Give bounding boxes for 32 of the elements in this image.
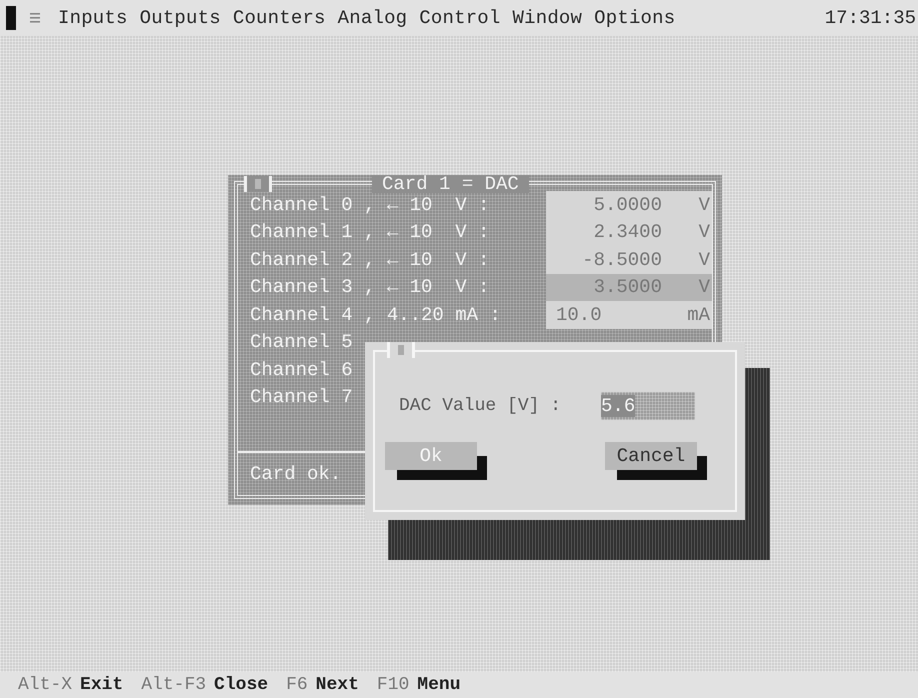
channel-label: Channel 6: [250, 358, 353, 381]
shortcut-label[interactable]: Menu: [417, 675, 461, 695]
shortcut-key[interactable]: F6: [286, 675, 308, 695]
channel-label: Channel 0 , ← 10 V :: [250, 194, 490, 216]
window-title: Card 1 = DAC: [372, 175, 529, 193]
field-label: DAC Value [V] :: [399, 396, 562, 416]
menu-item[interactable]: Counters: [232, 7, 326, 29]
shortcut-label[interactable]: Close: [214, 675, 268, 695]
shortcut-key[interactable]: Alt-X: [18, 675, 72, 695]
menu-item[interactable]: Window: [512, 7, 582, 29]
channel-label: Channel 5: [250, 331, 353, 354]
channel-label: Channel 1 , ← 10 V :: [250, 221, 490, 244]
menu-item[interactable]: Outputs: [140, 7, 221, 29]
menu-item[interactable]: Options: [594, 7, 676, 29]
clock: 17:31:35: [824, 7, 916, 29]
channel-label: Channel 7: [250, 386, 353, 408]
shortcut-key[interactable]: Alt-F3: [141, 675, 206, 695]
shortcut-key[interactable]: F10: [376, 675, 410, 695]
dialog-button[interactable]: Cancel: [605, 442, 697, 470]
close-icon[interactable]: [244, 176, 272, 192]
menu-item[interactable]: Analog: [338, 7, 408, 29]
menu-icon[interactable]: [30, 11, 40, 25]
status-text: Card ok.: [250, 463, 342, 485]
cursor-icon: [6, 6, 16, 30]
menu-item[interactable]: Inputs: [58, 7, 128, 29]
shortcut-label[interactable]: Next: [316, 675, 359, 695]
close-icon[interactable]: [387, 342, 415, 358]
menu-item[interactable]: Control: [419, 7, 501, 29]
channel-label: Channel 3 , ← 10 V :: [250, 276, 490, 298]
shortcut-label[interactable]: Exit: [80, 675, 124, 695]
channel-label: Channel 4 , 4..20 mA :: [250, 304, 501, 326]
channel-label: Channel 2 , ← 10 V :: [250, 248, 490, 271]
